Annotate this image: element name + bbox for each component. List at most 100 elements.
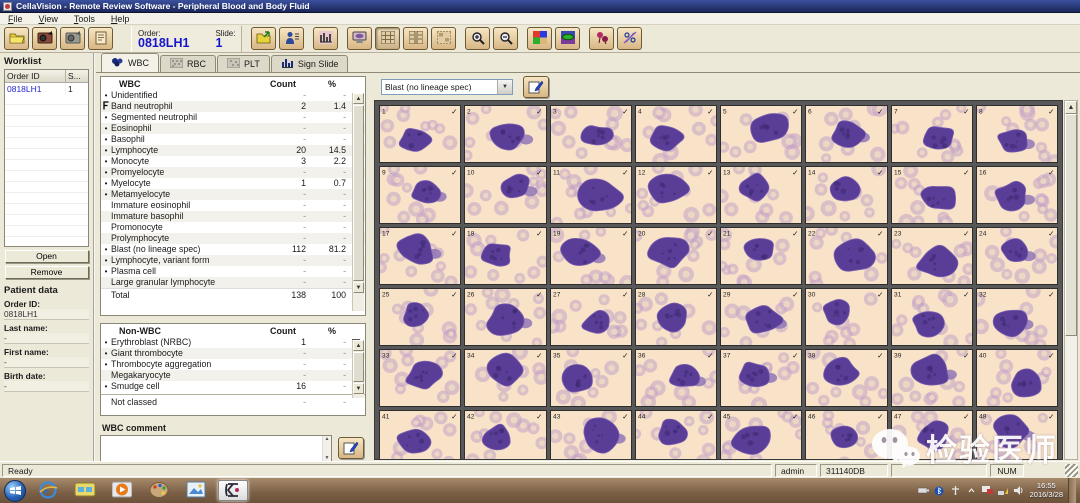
cell-image-tile[interactable]: 21✓ bbox=[721, 228, 801, 284]
cell-image-tile[interactable]: 31✓ bbox=[892, 289, 972, 345]
wbc-row[interactable]: •Lymphocyte, variant form-- bbox=[101, 255, 365, 266]
cell-image-tile[interactable]: 1✓ bbox=[380, 106, 460, 162]
wbc-row[interactable]: •Lymphocyte2014.5 bbox=[101, 145, 365, 156]
edit-classification-button[interactable] bbox=[523, 76, 549, 98]
cell-image-tile[interactable]: 10✓ bbox=[465, 167, 545, 223]
cell-image-tile[interactable]: 34✓ bbox=[465, 350, 545, 406]
color-map-button[interactable] bbox=[527, 27, 552, 50]
wbc-row[interactable]: •Segmented neutrophil-- bbox=[101, 112, 365, 123]
cell-image-tile[interactable]: 19✓ bbox=[551, 228, 631, 284]
acquire-disabled-button[interactable] bbox=[60, 27, 85, 50]
tab-rbc[interactable]: RBC bbox=[160, 55, 216, 72]
worklist-table[interactable]: Order ID S... 0818LH11 bbox=[4, 69, 89, 247]
taskbar-app-paint[interactable] bbox=[144, 480, 174, 501]
wbc-row[interactable]: Large granular lymphocyte-- bbox=[101, 277, 365, 288]
taskbar-app-cellavision[interactable] bbox=[218, 480, 248, 501]
cell-image-tile[interactable]: 40✓ bbox=[977, 350, 1057, 406]
patient-info-button[interactable] bbox=[279, 27, 304, 50]
scroll-up-icon[interactable]: ▲ bbox=[1065, 101, 1077, 114]
worklist-col-orderid[interactable]: Order ID bbox=[5, 70, 66, 82]
edit-comment-button[interactable] bbox=[338, 437, 364, 459]
cell-image-tile[interactable]: 37✓ bbox=[721, 350, 801, 406]
taskbar-app-file-manager[interactable] bbox=[70, 480, 100, 501]
cell-image-tile[interactable]: 3✓ bbox=[551, 106, 631, 162]
scroll-up-icon[interactable]: ▲ bbox=[353, 340, 364, 351]
cell-image-tile[interactable]: 48✓ bbox=[977, 411, 1057, 460]
scroll-down-icon[interactable]: ▼ bbox=[353, 282, 364, 293]
menu-tools[interactable]: Tools bbox=[66, 13, 103, 24]
nonwbc-row[interactable]: •Giant thrombocyte-- bbox=[101, 348, 365, 359]
cell-image-tile[interactable]: 18✓ bbox=[465, 228, 545, 284]
nonwbc-row[interactable]: •Thrombocyte aggregation-- bbox=[101, 359, 365, 370]
cell-image-tile[interactable]: 38✓ bbox=[806, 350, 886, 406]
open-button[interactable]: Open bbox=[5, 250, 89, 263]
gallery-scrollbar[interactable]: ▲ bbox=[1064, 100, 1078, 460]
cell-image-tile[interactable]: 5✓ bbox=[721, 106, 801, 162]
scroll-up-icon[interactable]: ▲ bbox=[353, 93, 364, 104]
cell-image-tile[interactable]: 26✓ bbox=[465, 289, 545, 345]
wbc-row[interactable]: •Promyelocyte-- bbox=[101, 167, 365, 178]
cell-image-tile[interactable]: 4✓ bbox=[636, 106, 716, 162]
scroll-thumb[interactable] bbox=[1065, 114, 1077, 336]
taskbar-app-photo-viewer[interactable] bbox=[181, 480, 211, 501]
cell-image-tile[interactable]: 12✓ bbox=[636, 167, 716, 223]
cell-image-tile[interactable]: 9✓ bbox=[380, 167, 460, 223]
nonwbc-row[interactable]: •Smudge cell16- bbox=[101, 381, 365, 392]
cell-image-tile[interactable]: 47✓ bbox=[892, 411, 972, 460]
cell-image-tile[interactable]: 8✓ bbox=[977, 106, 1057, 162]
taskbar-app-internet-explorer[interactable]: e bbox=[33, 480, 63, 501]
volume-icon[interactable] bbox=[1014, 485, 1025, 496]
analysis-chart-button[interactable] bbox=[313, 27, 338, 50]
show-desktop-button[interactable] bbox=[1068, 478, 1076, 503]
nonwbc-row[interactable]: Megakaryocyte-- bbox=[101, 370, 365, 381]
open-order-button[interactable] bbox=[4, 27, 29, 50]
classification-dropdown[interactable]: Blast (no lineage spec) ▼ bbox=[381, 79, 513, 95]
action-center-icon[interactable] bbox=[982, 485, 993, 496]
cell-image-tile[interactable]: 11✓ bbox=[551, 167, 631, 223]
start-button[interactable] bbox=[4, 480, 26, 502]
comment-scrollbar[interactable]: ▲▼ bbox=[322, 436, 331, 461]
scroll-down-icon[interactable]: ▼ bbox=[353, 383, 364, 394]
split-view-button[interactable] bbox=[403, 27, 428, 50]
tab-sign-slide[interactable]: Sign Slide bbox=[271, 55, 349, 72]
wbc-row[interactable]: Prolymphocyte-- bbox=[101, 233, 365, 244]
percent-toggle-button[interactable] bbox=[617, 27, 642, 50]
wbc-row[interactable]: Immature basophil-- bbox=[101, 211, 365, 222]
wbc-row[interactable]: •Plasma cell-- bbox=[101, 266, 365, 277]
wbc-row[interactable]: Immature eosinophil-- bbox=[101, 200, 365, 211]
wbc-row[interactable]: •Blast (no lineage spec)11281.2 bbox=[101, 244, 365, 255]
wbc-row[interactable]: •Monocyte32.2 bbox=[101, 156, 365, 167]
cell-image-tile[interactable]: 27✓ bbox=[551, 289, 631, 345]
cell-image-tile[interactable]: 45✓ bbox=[721, 411, 801, 460]
taskbar-clock[interactable]: 16:55 2016/3/28 bbox=[1030, 482, 1063, 499]
scroll-thumb[interactable] bbox=[353, 105, 364, 281]
cell-image-tile[interactable]: 39✓ bbox=[892, 350, 972, 406]
grid-view-button[interactable] bbox=[375, 27, 400, 50]
wbc-row[interactable]: •Basophil-- bbox=[101, 134, 365, 145]
wbc-row[interactable]: Band neutrophil21.4 bbox=[101, 101, 365, 112]
menu-help[interactable]: Help bbox=[103, 13, 138, 24]
report-button[interactable] bbox=[88, 27, 113, 50]
cell-image-tile[interactable]: 35✓ bbox=[551, 350, 631, 406]
cell-image-tile[interactable]: 17✓ bbox=[380, 228, 460, 284]
nonwbc-row[interactable]: •Erythroblast (NRBC)1- bbox=[101, 337, 365, 348]
cell-image-tile[interactable]: 15✓ bbox=[892, 167, 972, 223]
chevron-down-icon[interactable]: ▼ bbox=[497, 80, 512, 94]
usb-icon[interactable] bbox=[950, 485, 961, 496]
network-icon[interactable] bbox=[998, 485, 1009, 496]
cell-image-tile[interactable]: 44✓ bbox=[636, 411, 716, 460]
cell-image-tile[interactable]: 46✓ bbox=[806, 411, 886, 460]
cell-image-tile[interactable]: 42✓ bbox=[465, 411, 545, 460]
cell-image-tile[interactable]: 20✓ bbox=[636, 228, 716, 284]
wbc-table-scrollbar[interactable]: ▲ ▼ bbox=[352, 93, 364, 311]
cell-image-tile[interactable]: 22✓ bbox=[806, 228, 886, 284]
zoom-out-button[interactable] bbox=[493, 27, 518, 50]
wbc-row[interactable]: •Unidentified-- bbox=[101, 90, 365, 101]
export-order-button[interactable] bbox=[251, 27, 276, 50]
zoom-in-button[interactable] bbox=[465, 27, 490, 50]
menu-file[interactable]: File bbox=[0, 13, 31, 24]
cell-image-tile[interactable]: 33✓ bbox=[380, 350, 460, 406]
worklist-col-slides[interactable]: S... bbox=[66, 70, 88, 82]
menu-view[interactable]: View bbox=[31, 13, 66, 24]
cell-image-tile[interactable]: 25✓ bbox=[380, 289, 460, 345]
